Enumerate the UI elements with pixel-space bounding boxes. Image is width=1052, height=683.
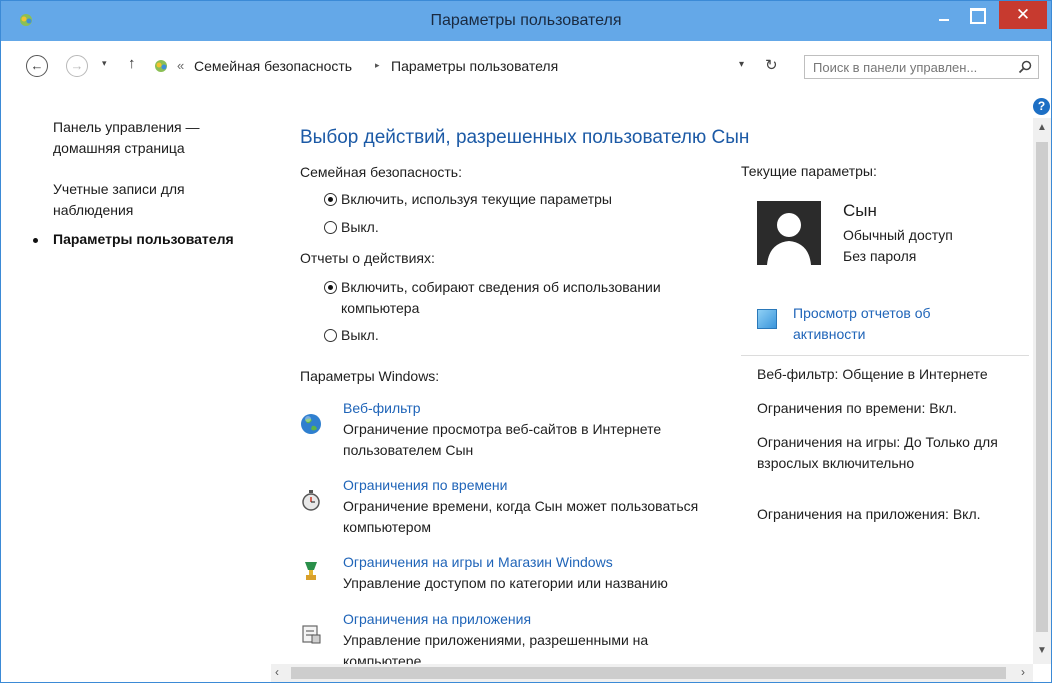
horizontal-scrollbar[interactable]: ‹ › bbox=[271, 664, 1033, 682]
vertical-scroll-thumb[interactable] bbox=[1036, 142, 1048, 632]
family-safety-off-label[interactable]: Выкл. bbox=[341, 217, 721, 238]
user-name: Сын bbox=[843, 201, 877, 220]
app-limits-link[interactable]: Ограничения на приложения bbox=[343, 611, 531, 627]
app-limits-description: Управление приложениями, разрешенными на… bbox=[343, 632, 649, 664]
time-limits-link[interactable]: Ограничения по времени bbox=[343, 477, 507, 493]
title-bar[interactable]: Параметры пользователя ✕ bbox=[1, 1, 1051, 41]
globe-icon bbox=[301, 414, 321, 434]
main-content: Выбор действий, разрешенных пользователю… bbox=[271, 87, 1031, 664]
breadcrumb-separator[interactable]: ▸ bbox=[375, 60, 380, 71]
time-limits-description: Ограничение времени, когда Сын может пол… bbox=[343, 498, 699, 535]
app-list-icon bbox=[302, 625, 321, 644]
window-title: Параметры пользователя bbox=[430, 12, 622, 29]
activity-reports-label: Отчеты о действиях: bbox=[300, 250, 435, 266]
app-window: Параметры пользователя ✕ ← → ▾ ↑ « Семей… bbox=[0, 0, 1052, 683]
refresh-button[interactable]: ↻ bbox=[765, 56, 778, 74]
family-safety-on-radio[interactable] bbox=[324, 193, 337, 206]
web-filter-link[interactable]: Веб-фильтр bbox=[343, 400, 421, 416]
games-limits-status: Ограничения на игры: До Только для взрос… bbox=[757, 434, 998, 471]
search-icon[interactable] bbox=[1017, 59, 1033, 75]
minimize-button[interactable] bbox=[929, 1, 959, 29]
current-page-bullet bbox=[33, 238, 38, 243]
user-access-type: Обычный доступ bbox=[843, 227, 953, 243]
app-limits-status: Ограничения на приложения: Вкл. bbox=[757, 506, 981, 522]
nav-link-control-panel-home[interactable]: Панель управления — домашняя страница bbox=[53, 117, 253, 159]
help-icon[interactable]: ? bbox=[1033, 98, 1050, 115]
scroll-left-arrow[interactable]: ‹ bbox=[275, 665, 279, 679]
forward-button[interactable]: → bbox=[66, 55, 88, 77]
activity-reports-on-radio[interactable] bbox=[324, 281, 337, 294]
breadcrumb-family-safety[interactable]: Семейная безопасность bbox=[194, 58, 352, 74]
recent-locations-dropdown[interactable]: ▾ bbox=[102, 58, 107, 69]
address-field[interactable]: « Семейная безопасность ▸ Параметры поль… bbox=[149, 55, 791, 77]
scroll-down-arrow[interactable]: ▼ bbox=[1037, 645, 1047, 656]
activity-report-icon bbox=[757, 309, 777, 329]
family-safety-on-label[interactable]: Включить, используя текущие параметры bbox=[341, 189, 721, 210]
user-avatar bbox=[757, 201, 821, 265]
family-safety-off-radio[interactable] bbox=[324, 221, 337, 234]
panel-divider bbox=[741, 355, 1029, 356]
search-input[interactable] bbox=[805, 56, 1005, 78]
current-settings-title: Текущие параметры: bbox=[741, 163, 877, 179]
user-silhouette-icon bbox=[767, 213, 811, 265]
breadcrumb-user-settings[interactable]: Параметры пользователя bbox=[391, 58, 558, 74]
left-nav: Панель управления — домашняя страница Уч… bbox=[1, 87, 271, 664]
close-button[interactable]: ✕ bbox=[999, 1, 1047, 29]
horizontal-scroll-thumb[interactable] bbox=[291, 667, 1006, 679]
web-filter-description: Ограничение просмотра веб-сайтов в Интер… bbox=[343, 421, 662, 458]
scroll-up-arrow[interactable]: ▲ bbox=[1037, 122, 1047, 133]
web-filter-status: Веб-фильтр: Общение в Интернете bbox=[757, 366, 988, 382]
stopwatch-icon bbox=[302, 490, 320, 511]
address-dropdown-icon[interactable]: ▾ bbox=[739, 59, 744, 70]
windows-settings-label: Параметры Windows: bbox=[300, 368, 440, 384]
page-heading: Выбор действий, разрешенных пользователю… bbox=[300, 127, 750, 148]
maximize-button[interactable] bbox=[961, 1, 991, 29]
trophy-icon bbox=[305, 562, 317, 580]
activity-reports-on-label[interactable]: Включить, собирают сведения об использов… bbox=[341, 277, 701, 319]
games-limits-link[interactable]: Ограничения на игры и Магазин Windows bbox=[343, 554, 613, 570]
vertical-scrollbar[interactable]: ▲ ▼ bbox=[1033, 118, 1051, 664]
back-button[interactable]: ← bbox=[26, 55, 48, 77]
control-panel-icon bbox=[155, 60, 167, 72]
family-safety-label: Семейная безопасность: bbox=[300, 164, 462, 180]
search-box[interactable] bbox=[804, 55, 1039, 79]
up-button[interactable]: ↑ bbox=[128, 55, 136, 72]
nav-current-user-settings: Параметры пользователя bbox=[53, 231, 234, 247]
current-settings-panel: Текущие параметры: Сын Обычный доступ Бе… bbox=[741, 87, 1031, 664]
activity-reports-off-radio[interactable] bbox=[324, 329, 337, 342]
scroll-right-arrow[interactable]: › bbox=[1021, 665, 1025, 679]
breadcrumb-overflow[interactable]: « bbox=[177, 58, 184, 73]
activity-reports-off-label[interactable]: Выкл. bbox=[341, 325, 721, 346]
user-password-status: Без пароля bbox=[843, 248, 917, 264]
view-activity-reports-link[interactable]: Просмотр отчетов об активности bbox=[793, 303, 993, 345]
time-limits-status: Ограничения по времени: Вкл. bbox=[757, 400, 957, 416]
address-bar: ← → ▾ ↑ « Семейная безопасность ▸ Параме… bbox=[1, 41, 1051, 87]
nav-link-monitored-accounts[interactable]: Учетные записи для наблюдения bbox=[53, 179, 253, 221]
games-limits-description: Управление доступом по категории или наз… bbox=[343, 575, 668, 591]
